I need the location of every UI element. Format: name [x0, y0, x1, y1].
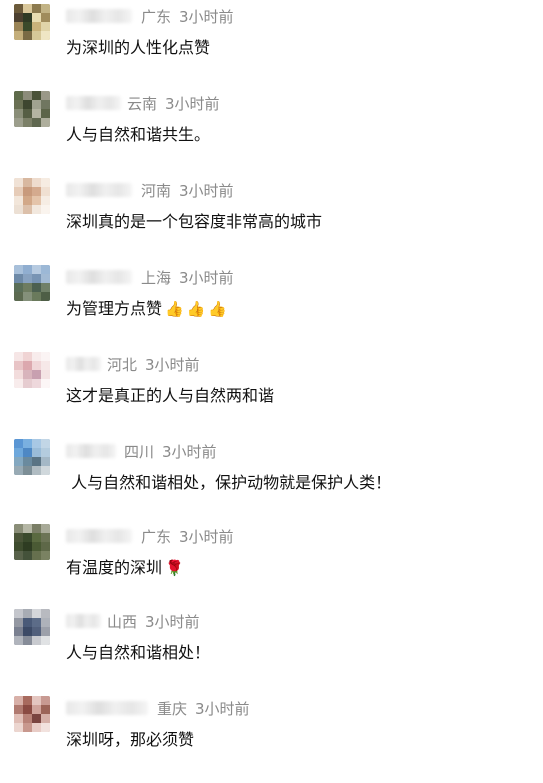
comment-item: 广东 3小时前 有温度的深圳 🌹: [0, 524, 543, 611]
comment-meta: 广东 3小时前: [141, 526, 234, 547]
comment-text: 深圳呀，那必须赞: [66, 730, 195, 749]
region-label: 重庆: [157, 700, 188, 718]
timestamp: 3小时前: [162, 443, 217, 461]
avatar[interactable]: [14, 91, 50, 127]
comment-item: 重庆 3小时前 深圳呀，那必须赞: [0, 696, 543, 783]
comment-text: 深圳真的是一个包容度非常高的城市: [66, 212, 323, 231]
timestamp: 3小时前: [165, 95, 220, 113]
comment-meta: 重庆 3小时前: [157, 698, 250, 719]
region-label: 广东: [141, 528, 172, 546]
avatar[interactable]: [14, 439, 50, 475]
avatar[interactable]: [14, 524, 50, 560]
comment-text: 为管理方点赞 👍 👍 👍: [66, 295, 227, 319]
username-blurred[interactable]: [66, 357, 101, 371]
username-blurred[interactable]: [66, 444, 116, 458]
username-blurred[interactable]: [66, 96, 121, 110]
comment-item: 广东 3小时前 为深圳的人性化点赞: [0, 4, 543, 91]
avatar[interactable]: [14, 696, 50, 732]
avatar[interactable]: [14, 178, 50, 214]
timestamp: 3小时前: [179, 528, 234, 546]
comment-text: 人与自然和谐相处！: [66, 643, 211, 662]
username-blurred[interactable]: [66, 529, 132, 543]
comment-item: 河南 3小时前 深圳真的是一个包容度非常高的城市: [0, 178, 543, 265]
thumbs-up-icon: 👍: [208, 300, 228, 318]
timestamp: 3小时前: [179, 182, 234, 200]
thumbs-up-icon: 👍: [186, 300, 206, 318]
username-blurred[interactable]: [66, 183, 132, 197]
avatar[interactable]: [14, 265, 50, 301]
comment-text: 有温度的深圳 🌹: [66, 554, 184, 578]
avatar[interactable]: [14, 609, 50, 645]
comment-text-body: 为管理方点赞: [66, 299, 163, 318]
timestamp: 3小时前: [145, 356, 200, 374]
comment-meta: 四川 3小时前: [124, 441, 217, 462]
avatar[interactable]: [14, 4, 50, 40]
comment-meta: 河南 3小时前: [141, 180, 234, 201]
comment-text: 人与自然和谐相处，保护动物就是保护人类！: [66, 473, 392, 492]
comment-item: 云南 3小时前 人与自然和谐共生。: [0, 91, 543, 178]
comment-item: 山西 3小时前 人与自然和谐相处！: [0, 609, 543, 696]
comment-meta: 广东 3小时前: [141, 6, 234, 27]
comment-text: 这才是真正的人与自然两和谐: [66, 386, 275, 405]
comment-item: 河北 3小时前 这才是真正的人与自然两和谐: [0, 352, 543, 439]
timestamp: 3小时前: [195, 700, 250, 718]
timestamp: 3小时前: [145, 613, 200, 631]
region-label: 河北: [107, 356, 138, 374]
comment-text-body: 有温度的深圳: [66, 558, 163, 577]
comment-item: 四川 3小时前 人与自然和谐相处，保护动物就是保护人类！: [0, 439, 543, 526]
comment-meta: 上海 3小时前: [141, 267, 234, 288]
region-label: 四川: [124, 443, 155, 461]
comment-meta: 云南 3小时前: [127, 93, 220, 114]
timestamp: 3小时前: [179, 8, 234, 26]
comment-text: 人与自然和谐共生。: [66, 125, 211, 144]
avatar[interactable]: [14, 352, 50, 388]
comment-text: 为深圳的人性化点赞: [66, 38, 211, 57]
username-blurred[interactable]: [66, 614, 101, 628]
rose-icon: 🌹: [165, 559, 184, 577]
region-label: 山西: [107, 613, 138, 631]
comment-item: 上海 3小时前 为管理方点赞 👍 👍 👍: [0, 265, 543, 352]
comment-meta: 山西 3小时前: [107, 611, 200, 632]
username-blurred[interactable]: [66, 701, 148, 715]
comment-meta: 河北 3小时前: [107, 354, 200, 375]
region-label: 广东: [141, 8, 172, 26]
timestamp: 3小时前: [179, 269, 234, 287]
username-blurred[interactable]: [66, 9, 132, 23]
username-blurred[interactable]: [66, 270, 132, 284]
region-label: 河南: [141, 182, 172, 200]
thumbs-up-icon: 👍: [165, 300, 184, 318]
region-label: 云南: [127, 95, 158, 113]
region-label: 上海: [141, 269, 172, 287]
